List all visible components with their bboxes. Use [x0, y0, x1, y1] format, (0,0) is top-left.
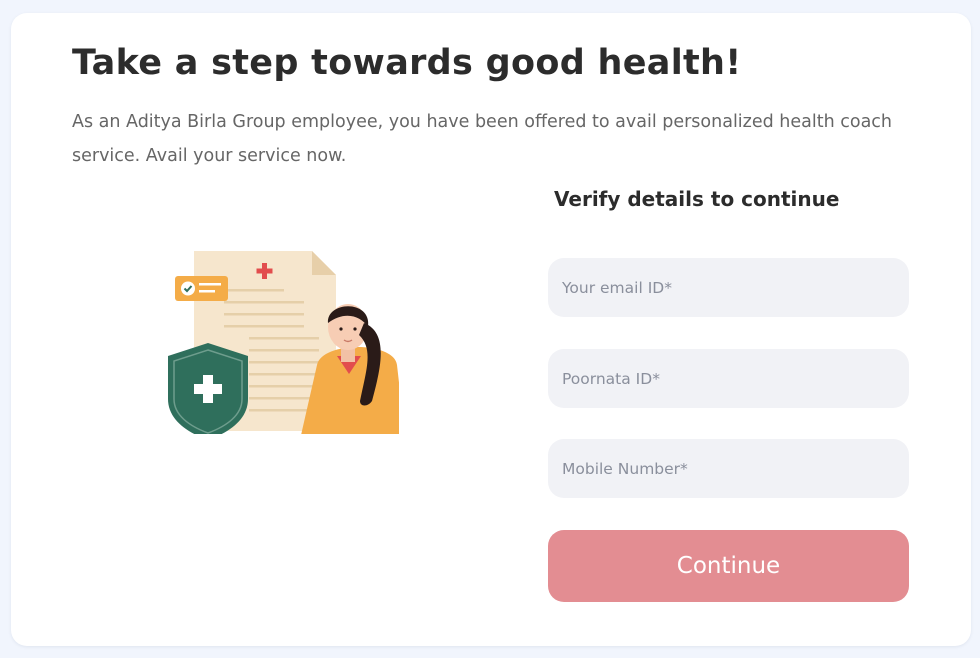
verification-form: Verify details to continue Continue	[548, 183, 909, 602]
poornata-id-input[interactable]	[548, 349, 909, 408]
continue-button[interactable]: Continue	[548, 530, 909, 602]
page-title: Take a step towards good health!	[72, 43, 742, 83]
shield-plus-icon	[168, 343, 248, 434]
mobile-number-input[interactable]	[548, 439, 909, 498]
email-input[interactable]	[548, 258, 909, 317]
checklist-tag-icon	[175, 276, 228, 301]
health-coach-illustration	[168, 251, 399, 434]
form-heading: Verify details to continue	[554, 187, 840, 211]
page-description: As an Aditya Birla Group employee, you h…	[72, 112, 893, 166]
verification-card: Take a step towards good health! As an A…	[11, 13, 971, 646]
